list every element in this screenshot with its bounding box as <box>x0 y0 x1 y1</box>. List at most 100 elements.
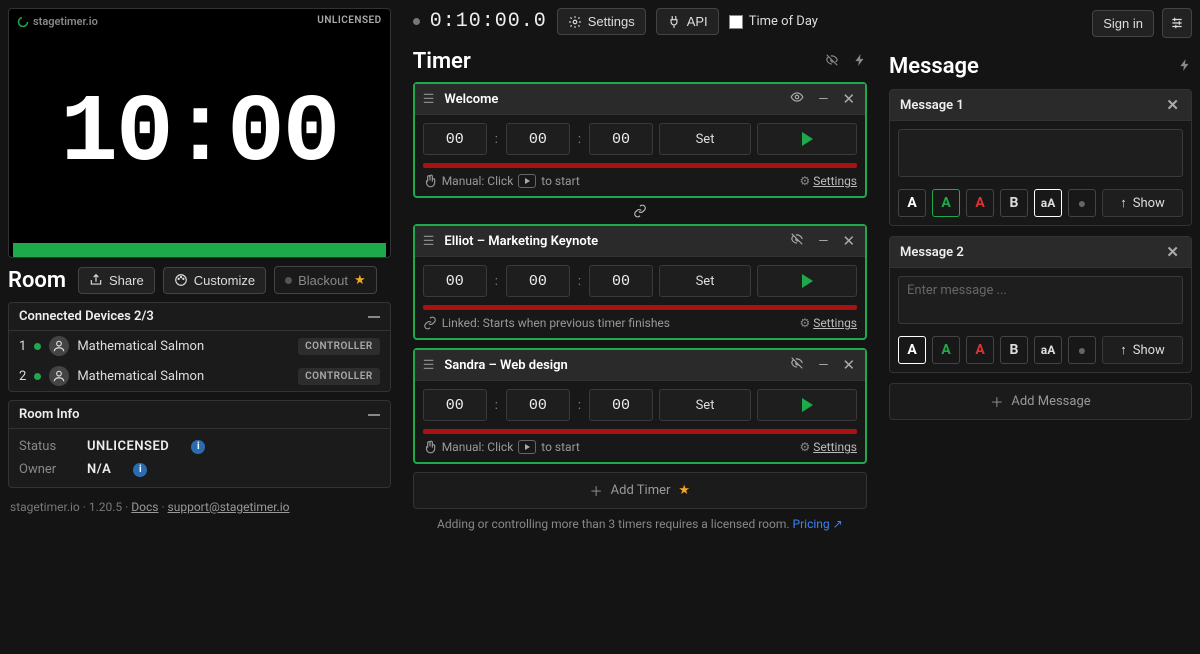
gear-icon: ⚙ <box>799 316 810 330</box>
star-icon: ★ <box>678 483 690 498</box>
add-message-button[interactable]: ＋ Add Message <box>889 383 1192 420</box>
show-button[interactable]: ↑ Show <box>1102 336 1183 364</box>
message-input[interactable] <box>898 276 1183 324</box>
hours-input[interactable]: 00 <box>423 123 487 155</box>
timer-name[interactable]: Elliot – Marketing Keynote <box>444 234 778 249</box>
time-of-day-toggle[interactable]: Time of Day <box>729 14 818 29</box>
seconds-input[interactable]: 00 <box>589 389 653 421</box>
gear-icon: ⚙ <box>799 174 810 188</box>
collapse-icon[interactable] <box>368 414 380 416</box>
minutes-input[interactable]: 00 <box>506 265 570 297</box>
brand-logo: stagetimer.io <box>17 15 98 28</box>
room-title: Room <box>8 268 66 293</box>
play-button[interactable] <box>757 265 857 297</box>
color-green-button[interactable]: A <box>932 336 960 364</box>
show-button[interactable]: ↑ Show <box>1102 189 1183 217</box>
close-icon[interactable]: ✕ <box>1164 96 1181 114</box>
play-icon <box>802 398 813 412</box>
close-icon[interactable]: ✕ <box>1164 243 1181 261</box>
devices-header: Connected Devices 2/3 <box>19 309 154 324</box>
message-card: Message 1 ✕ A A A B aA ● ↑ Show <box>889 89 1192 226</box>
timer-settings-link[interactable]: Settings <box>813 316 857 330</box>
seconds-input[interactable]: 00 <box>589 123 653 155</box>
seconds-input[interactable]: 00 <box>589 265 653 297</box>
timer-name[interactable]: Sandra – Web design <box>444 358 778 373</box>
flash-icon[interactable] <box>1178 58 1192 76</box>
hours-input[interactable]: 00 <box>423 389 487 421</box>
flash-icon[interactable] <box>853 53 867 71</box>
minimize-icon[interactable]: — <box>816 358 830 373</box>
device-row: 2 Mathematical Salmon CONTROLLER <box>9 361 390 391</box>
pricing-link[interactable]: Pricing ↗ <box>793 517 843 531</box>
bold-button[interactable]: B <box>1000 189 1028 217</box>
close-icon[interactable]: ✕ <box>840 232 857 250</box>
play-button[interactable] <box>757 123 857 155</box>
color-red-button[interactable]: A <box>966 336 994 364</box>
owner-value: N/A <box>87 462 111 477</box>
timer-settings-link[interactable]: Settings <box>813 174 857 188</box>
devices-panel: Connected Devices 2/3 1 Mathematical Sal… <box>8 302 391 392</box>
timer-card: ☰ Sandra – Web design — ✕ 00: 00: 00 Set… <box>413 348 867 464</box>
drag-handle-icon[interactable]: ☰ <box>423 358 435 373</box>
style-button[interactable]: ● <box>1068 189 1096 217</box>
footer: stagetimer.io · 1.20.5 · Docs · support@… <box>8 496 391 518</box>
close-icon[interactable]: ✕ <box>840 90 857 108</box>
message-card: Message 2 ✕ A A A B aA ● ↑ Show <box>889 236 1192 373</box>
color-red-button[interactable]: A <box>966 189 994 217</box>
textsize-button[interactable]: aA <box>1034 189 1062 217</box>
eye-off-icon[interactable] <box>825 53 839 71</box>
timer-settings-link[interactable]: Settings <box>813 440 857 454</box>
plug-icon <box>667 15 681 29</box>
room-info-panel: Room Info Status UNLICENSED i Owner N/A … <box>8 400 391 488</box>
style-button[interactable]: ● <box>1068 336 1096 364</box>
plus-icon: ＋ <box>990 392 1003 411</box>
play-icon <box>802 132 813 146</box>
eye-icon[interactable] <box>788 90 806 108</box>
play-button[interactable] <box>757 389 857 421</box>
collapse-icon[interactable] <box>368 316 380 318</box>
expand-button[interactable] <box>1162 8 1192 38</box>
color-white-button[interactable]: A <box>898 336 926 364</box>
checkbox-icon[interactable] <box>729 15 743 29</box>
color-white-button[interactable]: A <box>898 189 926 217</box>
sign-in-button[interactable]: Sign in <box>1092 10 1154 37</box>
set-button[interactable]: Set <box>659 265 751 297</box>
add-timer-button[interactable]: ＋ Add Timer ★ <box>413 472 867 509</box>
settings-button[interactable]: Settings <box>557 8 646 35</box>
info-icon[interactable]: i <box>191 440 205 454</box>
message-title: Message 1 <box>900 98 964 113</box>
minimize-icon[interactable]: — <box>816 234 830 249</box>
hours-input[interactable]: 00 <box>423 265 487 297</box>
message-input[interactable] <box>898 129 1183 177</box>
minutes-input[interactable]: 00 <box>506 123 570 155</box>
api-button[interactable]: API <box>656 8 719 35</box>
share-button[interactable]: Share <box>78 267 155 294</box>
role-badge: CONTROLLER <box>298 368 380 385</box>
minimize-icon[interactable]: — <box>816 92 830 107</box>
set-button[interactable]: Set <box>659 389 751 421</box>
mini-play-icon <box>518 440 536 454</box>
info-icon[interactable]: i <box>133 463 147 477</box>
textsize-button[interactable]: aA <box>1034 336 1062 364</box>
color-green-button[interactable]: A <box>932 189 960 217</box>
avatar-icon <box>49 336 69 356</box>
timer-name[interactable]: Welcome <box>444 92 778 107</box>
device-name: Mathematical Salmon <box>77 369 204 384</box>
close-icon[interactable]: ✕ <box>840 356 857 374</box>
eye-off-icon[interactable] <box>788 356 806 374</box>
progress-bar <box>13 243 386 257</box>
docs-link[interactable]: Docs <box>131 500 158 514</box>
minutes-input[interactable]: 00 <box>506 389 570 421</box>
bold-button[interactable]: B <box>1000 336 1028 364</box>
support-link[interactable]: support@stagetimer.io <box>168 500 290 514</box>
preview-time: 10:00 <box>60 79 338 188</box>
message-section-title: Message <box>889 54 979 79</box>
blackout-button[interactable]: Blackout ★ <box>274 266 377 294</box>
online-dot-icon <box>34 343 41 350</box>
set-button[interactable]: Set <box>659 123 751 155</box>
eye-off-icon[interactable] <box>788 232 806 250</box>
customize-button[interactable]: Customize <box>163 267 266 294</box>
drag-handle-icon[interactable]: ☰ <box>423 92 435 107</box>
timer-progress <box>423 429 857 434</box>
drag-handle-icon[interactable]: ☰ <box>423 234 435 249</box>
